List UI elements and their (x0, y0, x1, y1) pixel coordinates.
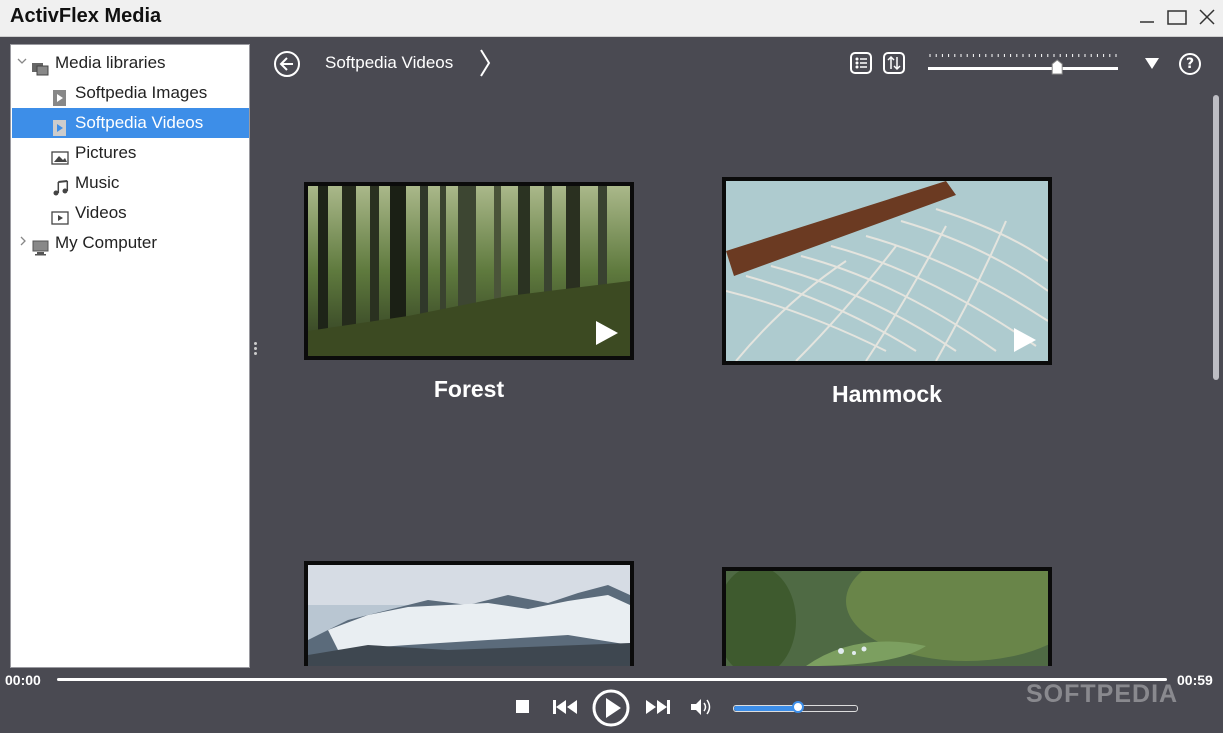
tree-item-label: Music (75, 173, 120, 192)
expand-chevron-icon[interactable] (17, 55, 27, 69)
play-overlay-icon (596, 321, 618, 345)
tree-item-label: Softpedia Videos (75, 113, 204, 132)
tree-item-media-libraries[interactable]: Media libraries (31, 48, 231, 78)
tree-item-pictures[interactable]: Pictures (51, 138, 241, 168)
play-icon[interactable] (592, 688, 632, 732)
tree-item-label: Media libraries (55, 53, 166, 72)
volume-fill (734, 706, 798, 711)
title-bar: ActivFlex Media (0, 0, 1223, 37)
close-icon[interactable] (1196, 6, 1218, 28)
seek-bar[interactable] (57, 678, 1167, 681)
time-total: 00:59 (1177, 672, 1213, 688)
play-overlay-icon (1014, 328, 1036, 352)
tree-item-label: Videos (75, 203, 127, 222)
volume-icon[interactable] (689, 697, 713, 721)
library-icon (51, 116, 69, 136)
sort-icon[interactable] (883, 52, 905, 74)
video-icon (51, 206, 69, 225)
app-title: ActivFlex Media (10, 5, 162, 27)
back-icon[interactable] (274, 51, 300, 77)
stop-icon[interactable] (515, 699, 531, 719)
breadcrumb-chevron-icon[interactable] (478, 46, 492, 87)
tree-item-videos[interactable]: Videos (51, 198, 241, 228)
tree-item-my-computer[interactable]: My Computer (31, 228, 231, 258)
tree-item-music[interactable]: Music (51, 168, 241, 198)
hammock-thumbnail[interactable] (722, 177, 1052, 365)
library-tree: Media libraries Softpedia Images Softped… (10, 44, 250, 668)
collapse-chevron-icon[interactable] (18, 235, 28, 249)
tree-item-label: Pictures (75, 143, 137, 162)
forest-thumbnail[interactable] (304, 182, 634, 360)
leaf-thumbnail[interactable] (722, 567, 1052, 666)
watermark: SOFTPEDIA (1026, 680, 1179, 708)
maximize-icon[interactable] (1166, 6, 1188, 28)
tree-item-label: My Computer (55, 233, 158, 252)
list-view-icon[interactable] (850, 52, 872, 74)
next-icon[interactable] (645, 698, 671, 720)
volume-knob[interactable] (791, 701, 804, 713)
media-title: Hammock (832, 381, 942, 407)
media-title: Forest (433, 376, 505, 402)
mountains-thumbnail[interactable] (304, 561, 634, 666)
help-icon[interactable]: ? (1179, 53, 1201, 75)
volume-slider[interactable] (733, 701, 858, 713)
library-icon (51, 86, 69, 106)
grid-scrollbar[interactable] (1213, 95, 1219, 380)
tree-item-softpedia-videos[interactable]: Softpedia Videos (12, 108, 249, 138)
time-current: 00:00 (5, 672, 41, 688)
minimize-icon[interactable] (1136, 6, 1158, 28)
tree-item-softpedia-images[interactable]: Softpedia Images (51, 78, 241, 108)
media-library-icon (31, 56, 49, 76)
breadcrumb[interactable]: Softpedia Videos (325, 53, 453, 73)
panel-splitter[interactable] (252, 340, 258, 364)
computer-icon (31, 236, 49, 256)
zoom-slider[interactable] (928, 52, 1118, 75)
music-icon (51, 176, 69, 196)
tree-item-label: Softpedia Images (75, 83, 208, 102)
dropdown-icon[interactable] (1144, 54, 1160, 75)
zoom-track (928, 67, 1118, 70)
previous-icon[interactable] (552, 698, 578, 720)
zoom-knob (1051, 59, 1063, 75)
picture-icon (51, 146, 69, 165)
